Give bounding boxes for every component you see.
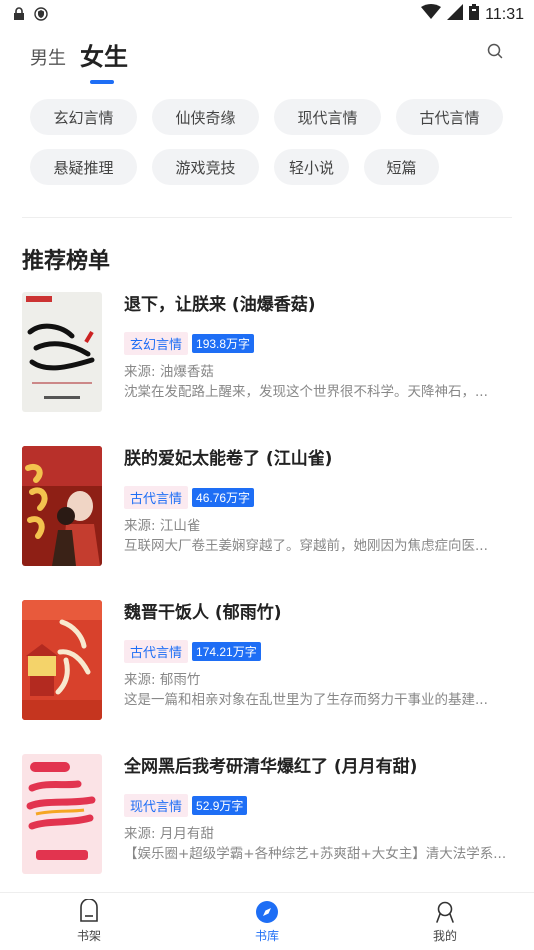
category-chip[interactable]: 玄幻言情 <box>30 99 137 135</box>
category-chips: 玄幻言情 仙侠奇缘 现代言情 古代言情 悬疑推理 游戏竞技 轻小说 短篇 <box>30 99 510 185</box>
gender-tabs: 男生 女生 <box>30 36 128 84</box>
category-chip[interactable]: 悬疑推理 <box>30 149 137 185</box>
section-title: 推荐榜单 <box>22 249 111 274</box>
shield-icon <box>34 6 48 21</box>
compass-icon <box>256 901 278 923</box>
tab-male[interactable]: 男生 <box>30 44 66 76</box>
user-icon <box>436 901 454 923</box>
book-title[interactable]: 全网黑后我考研清华爆红了 (月月有甜) <box>124 754 514 780</box>
nav-bookshelf-label: 书架 <box>76 929 101 943</box>
divider <box>22 217 512 218</box>
category-chip[interactable]: 轻小说 <box>274 149 349 185</box>
book-list: 退下，让朕来 (油爆香菇) 玄幻言情 193.8万字 来源: 油爆香菇 沈棠在发… <box>22 292 514 908</box>
search-button[interactable] <box>484 40 506 62</box>
book-cover[interactable] <box>22 292 102 412</box>
signal-icon <box>447 4 464 25</box>
tab-female-label: 女生 <box>80 43 128 71</box>
book-category-tag: 古代言情 <box>124 485 189 509</box>
lock-icon <box>12 6 26 20</box>
book-item[interactable]: 退下，让朕来 (油爆香菇) 玄幻言情 193.8万字 来源: 油爆香菇 沈棠在发… <box>22 292 514 446</box>
book-cover[interactable] <box>22 446 102 566</box>
bottom-nav: 书架 书库 我的 <box>0 892 534 950</box>
status-time: 11:31 <box>485 5 524 23</box>
category-chip[interactable]: 短篇 <box>364 149 439 185</box>
word-count-badge: 174.21万字 <box>192 641 261 661</box>
book-item[interactable]: 魏晋干饭人 (郁雨竹) 古代言情 174.21万字 来源: 郁雨竹 这是一篇和相… <box>22 600 514 754</box>
book-category-tag: 玄幻言情 <box>124 331 189 355</box>
nav-library-label: 书库 <box>254 929 279 943</box>
book-source: 来源: 江山雀 <box>124 518 201 534</box>
book-source: 来源: 油爆香菇 <box>124 364 214 380</box>
book-item[interactable]: 朕的爱妃太能卷了 (江山雀) 古代言情 46.76万字 来源: 江山雀 互联网大… <box>22 446 514 600</box>
bookshelf-icon <box>80 899 98 922</box>
book-cover[interactable] <box>22 754 102 874</box>
word-count-badge: 193.8万字 <box>192 333 255 353</box>
book-source: 来源: 月月有甜 <box>124 826 214 842</box>
word-count-badge: 52.9万字 <box>192 795 248 815</box>
book-source: 来源: 郁雨竹 <box>124 672 201 688</box>
nav-bookshelf[interactable]: 书架 <box>0 893 178 950</box>
category-chip[interactable]: 古代言情 <box>396 99 503 135</box>
wifi-icon <box>421 4 442 25</box>
nav-library[interactable]: 书库 <box>178 893 356 950</box>
nav-mine-label: 我的 <box>432 929 457 943</box>
category-chip[interactable]: 游戏竞技 <box>152 149 259 185</box>
book-title[interactable]: 魏晋干饭人 (郁雨竹) <box>124 600 514 626</box>
book-cover[interactable] <box>22 600 102 720</box>
book-description: 沈棠在发配路上醒来，发现这个世界很不科学。天降神石，... <box>124 384 488 400</box>
battery-icon <box>469 4 480 25</box>
status-bar: 11:31 <box>0 0 534 28</box>
search-icon <box>487 43 503 59</box>
book-description: 【娱乐圈+超级学霸+各种综艺+苏爽甜+大女主】清大法学系... <box>124 846 507 862</box>
category-chip[interactable]: 现代言情 <box>274 99 381 135</box>
tab-female[interactable]: 女生 <box>80 37 128 84</box>
nav-mine[interactable]: 我的 <box>356 893 534 950</box>
book-item[interactable]: 全网黑后我考研清华爆红了 (月月有甜) 现代言情 52.9万字 来源: 月月有甜… <box>22 754 514 908</box>
active-tab-indicator <box>90 80 114 84</box>
book-category-tag: 古代言情 <box>124 639 189 663</box>
book-title[interactable]: 退下，让朕来 (油爆香菇) <box>124 292 514 318</box>
category-chip[interactable]: 仙侠奇缘 <box>152 99 259 135</box>
word-count-badge: 46.76万字 <box>192 487 255 507</box>
book-description: 这是一篇和相亲对象在乱世里为了生存而努力干事业的基建... <box>124 692 488 708</box>
book-title[interactable]: 朕的爱妃太能卷了 (江山雀) <box>124 446 514 472</box>
book-description: 互联网大厂卷王姜娴穿越了。穿越前，她刚因为焦虑症向医... <box>124 538 488 554</box>
book-category-tag: 现代言情 <box>124 793 189 817</box>
